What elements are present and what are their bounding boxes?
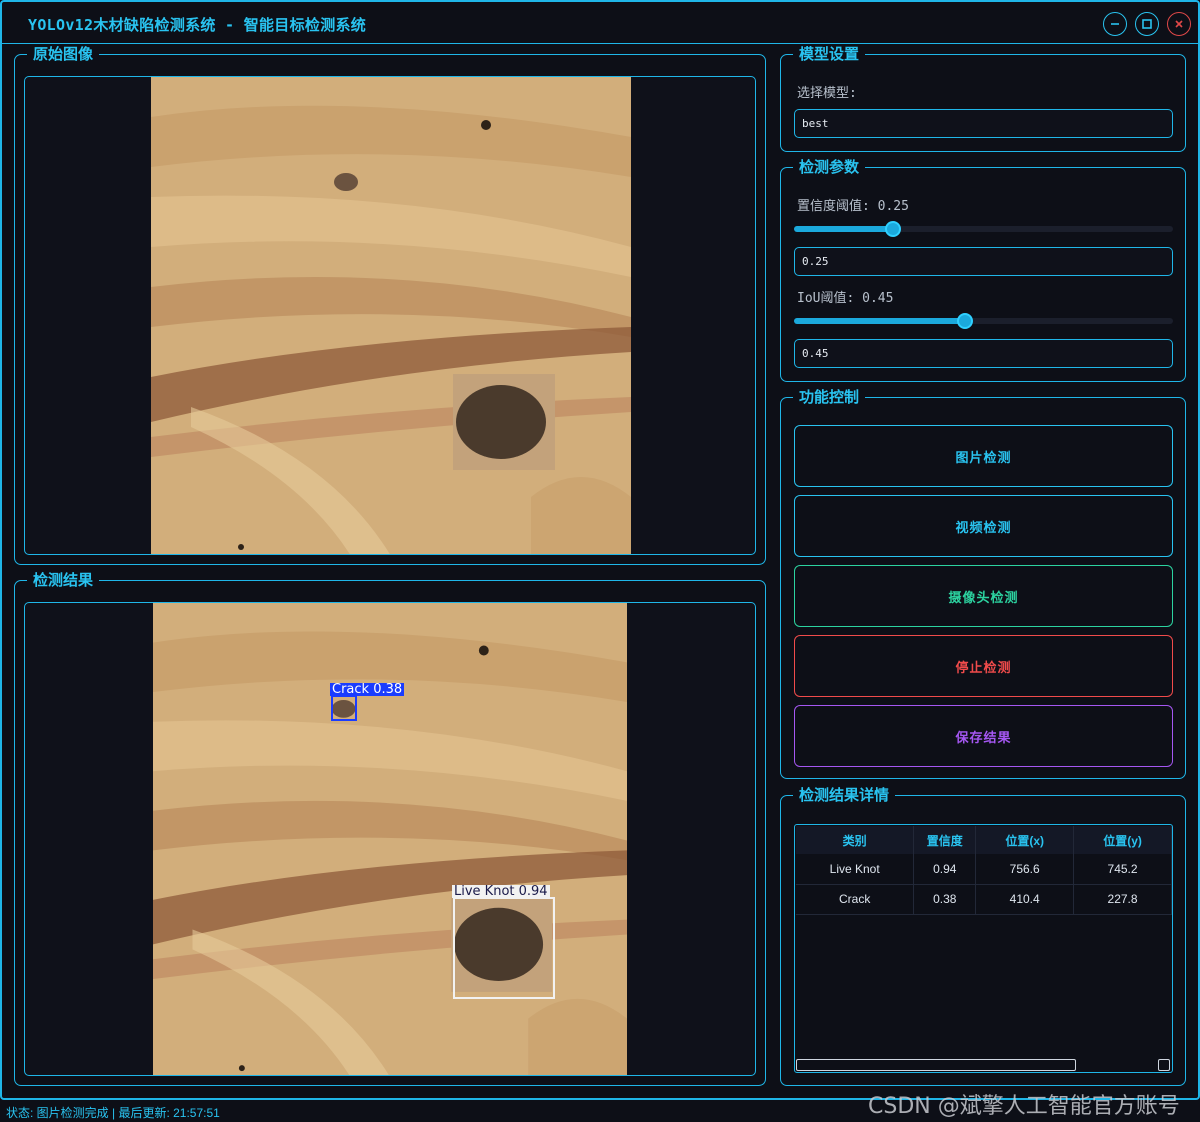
- result-wood-image: [153, 603, 627, 1075]
- confidence-slider-handle[interactable]: [885, 221, 901, 237]
- save-result-button[interactable]: 保存结果: [794, 705, 1173, 767]
- iou-slider[interactable]: [794, 313, 1173, 329]
- confidence-slider[interactable]: [794, 221, 1173, 237]
- iou-slider-fill: [794, 318, 965, 324]
- model-select-dropdown[interactable]: best: [794, 109, 1173, 138]
- horizontal-scrollbar[interactable]: [796, 1059, 1171, 1071]
- function-control-title: 功能控制: [793, 388, 866, 406]
- minimize-button[interactable]: [1103, 12, 1127, 36]
- table-row[interactable]: Crack 0.38 410.4 227.8: [796, 884, 1172, 915]
- table-cell: 410.4: [975, 884, 1075, 915]
- original-image-title: 原始图像: [27, 45, 100, 63]
- table-cell: 0.38: [913, 884, 977, 915]
- detection-label-live-knot: Live Knot 0.94: [452, 884, 550, 899]
- result-image-title: 检测结果: [27, 571, 100, 589]
- table-cell: 227.8: [1073, 884, 1172, 915]
- original-image-frame: [24, 76, 756, 555]
- original-wood-image: [151, 77, 631, 554]
- table-cell: 745.2: [1073, 854, 1172, 885]
- iou-slider-handle[interactable]: [957, 313, 973, 329]
- scrollbar-thumb[interactable]: [796, 1059, 1076, 1071]
- watermark: CSDN @斌擎人工智能官方账号: [868, 1094, 1180, 1119]
- camera-detect-button[interactable]: 摄像头检测: [794, 565, 1173, 627]
- table-row[interactable]: Live Knot 0.94 756.6 745.2: [796, 854, 1172, 885]
- detection-label-crack: Crack 0.38: [330, 682, 405, 697]
- iou-label: IoU阈值: 0.45: [797, 291, 894, 306]
- title-bar[interactable]: YOLOv12木材缺陷检测系统 - 智能目标检测系统: [2, 2, 1198, 44]
- status-bar: 状态: 图片检测完成 | 最后更新: 21:57:51: [6, 1106, 220, 1120]
- model-select-label: 选择模型:: [797, 86, 857, 101]
- table-cell: Crack: [796, 884, 915, 915]
- result-details-title: 检测结果详情: [793, 786, 896, 804]
- detection-box-crack: [331, 695, 357, 721]
- scrollbar-end-handle[interactable]: [1158, 1059, 1170, 1071]
- stop-detect-button[interactable]: 停止检测: [794, 635, 1173, 697]
- table-cell: 756.6: [975, 854, 1075, 885]
- video-detect-button[interactable]: 视频检测: [794, 495, 1173, 557]
- image-detect-button[interactable]: 图片检测: [794, 425, 1173, 487]
- column-header-y[interactable]: 位置(y): [1073, 826, 1172, 854]
- detection-params-title: 检测参数: [793, 158, 866, 176]
- close-icon: [1175, 20, 1183, 28]
- minimize-icon: [1111, 23, 1119, 25]
- table-header-row: 类别 置信度 位置(x) 位置(y): [796, 826, 1172, 854]
- detection-box-live-knot: [453, 897, 555, 999]
- maximize-button[interactable]: [1135, 12, 1159, 36]
- confidence-input[interactable]: 0.25: [794, 247, 1173, 276]
- close-button[interactable]: [1167, 12, 1191, 36]
- table-cell: Live Knot: [796, 854, 915, 885]
- result-image-frame: Crack 0.38 Live Knot 0.94: [24, 602, 756, 1076]
- result-table: 类别 置信度 位置(x) 位置(y) Live Knot 0.94 756.6 …: [796, 826, 1172, 915]
- column-header-class[interactable]: 类别: [796, 826, 915, 854]
- iou-input[interactable]: 0.45: [794, 339, 1173, 368]
- window-title: YOLOv12木材缺陷检测系统 - 智能目标检测系统: [28, 16, 367, 34]
- maximize-icon: [1142, 19, 1152, 29]
- model-settings-title: 模型设置: [793, 45, 866, 63]
- confidence-slider-fill: [794, 226, 893, 232]
- confidence-label: 置信度阈值: 0.25: [797, 199, 909, 214]
- table-cell: 0.94: [913, 854, 977, 885]
- column-header-x[interactable]: 位置(x): [975, 826, 1075, 854]
- column-header-confidence[interactable]: 置信度: [913, 826, 977, 854]
